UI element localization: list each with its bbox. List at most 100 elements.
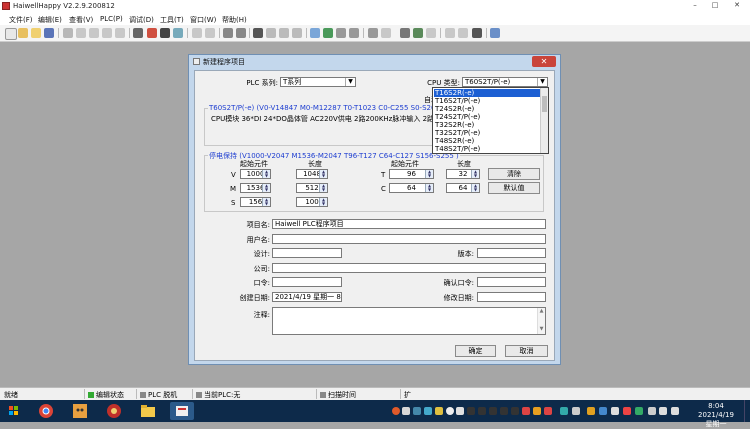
ruler-icon[interactable] — [426, 28, 436, 38]
network-icon[interactable] — [659, 407, 667, 415]
dropdown-option[interactable]: T24S2R(-e) — [434, 105, 542, 113]
copy-icon[interactable] — [266, 28, 276, 38]
dropdown-option[interactable]: T16S2R(-e) — [434, 89, 542, 97]
sogou-ime-icon[interactable] — [392, 407, 400, 415]
download-icon[interactable] — [147, 28, 157, 38]
open-recent-icon[interactable] — [31, 28, 41, 38]
menu-tools[interactable]: 工具(T) — [160, 15, 184, 25]
notes-textarea[interactable]: ▲ ▼ — [272, 307, 546, 335]
dropdown-option[interactable]: T32S2R(-e) — [434, 121, 542, 129]
retain-s-length[interactable]: 100 ▲ ▼ — [296, 197, 328, 207]
user-name-input[interactable] — [272, 234, 546, 244]
tray-app-icon[interactable] — [424, 407, 432, 415]
taskbar-clock[interactable]: 8:04 2021/4/19 星期一 — [695, 402, 737, 429]
design-input[interactable] — [272, 248, 342, 258]
retain-t-length[interactable]: 32 ▲ ▼ — [446, 169, 480, 179]
clear-button[interactable]: 清除 — [488, 168, 540, 180]
password-input[interactable] — [272, 277, 342, 287]
spin-arrows-icon[interactable]: ▲ ▼ — [262, 170, 270, 178]
document-icon[interactable] — [458, 28, 468, 38]
tray-app-icon[interactable] — [623, 407, 631, 415]
qq-icon[interactable] — [489, 407, 497, 415]
version-input[interactable] — [477, 248, 546, 258]
print-preview-icon[interactable] — [76, 28, 86, 38]
tray-app-icon[interactable] — [599, 407, 607, 415]
dropdown-option[interactable]: T48S2T/P(-e) — [434, 145, 542, 153]
block-icon[interactable] — [349, 28, 359, 38]
cut-icon[interactable] — [253, 28, 263, 38]
tray-app-icon[interactable] — [560, 407, 568, 415]
menu-edit[interactable]: 编辑(E) — [38, 15, 62, 25]
chrome-icon[interactable] — [34, 402, 58, 420]
spin-arrows-icon[interactable]: ▲ ▼ — [425, 170, 433, 178]
tray-app-icon[interactable] — [533, 407, 541, 415]
confirm-password-input[interactable] — [477, 277, 546, 287]
tray-app-icon[interactable] — [522, 407, 530, 415]
tray-app-icon[interactable] — [611, 407, 619, 415]
chip-icon[interactable] — [472, 28, 482, 38]
project-name-input[interactable]: Haiwell PLC程序项目 — [272, 219, 546, 229]
delete-icon[interactable] — [292, 28, 302, 38]
page-setup-icon[interactable] — [89, 28, 99, 38]
retain-m-start[interactable]: 1536 ▲ ▼ — [240, 183, 271, 193]
tray-app-icon[interactable] — [648, 407, 656, 415]
close-window-button[interactable]: ✕ — [727, 0, 747, 11]
spin-arrows-icon[interactable]: ▲ ▼ — [471, 170, 479, 178]
company-input[interactable] — [272, 263, 546, 273]
retain-v-length[interactable]: 1048 ▲ ▼ — [296, 169, 328, 179]
cpu-type-select[interactable]: T60S2T/P(-e) ▼ — [462, 77, 548, 87]
tray-app-icon[interactable] — [572, 407, 580, 415]
cloud-icon[interactable] — [310, 28, 320, 38]
retain-c-start[interactable]: 64 ▲ ▼ — [389, 183, 434, 193]
maximize-button[interactable]: □ — [705, 0, 725, 11]
minimize-button[interactable]: – — [685, 0, 705, 11]
volume-icon[interactable] — [671, 407, 679, 415]
cancel-button[interactable]: 取消 — [505, 345, 548, 357]
redo-icon[interactable] — [236, 28, 246, 38]
tray-app-icon[interactable] — [446, 407, 454, 415]
retain-m-length[interactable]: 512 ▲ ▼ — [296, 183, 328, 193]
paste-icon[interactable] — [279, 28, 289, 38]
save-icon[interactable] — [44, 28, 54, 38]
spin-arrows-icon[interactable]: ▲ ▼ — [471, 184, 479, 192]
qq-icon[interactable] — [478, 407, 486, 415]
spin-arrows-icon[interactable]: ▲ ▼ — [262, 198, 270, 206]
new-file-icon[interactable] — [5, 28, 17, 40]
upload-icon[interactable] — [160, 28, 170, 38]
windows-start-icon[interactable] — [2, 402, 26, 420]
list-icon[interactable] — [205, 28, 215, 38]
dropdown-option[interactable]: T24S2T/P(-e) — [434, 113, 542, 121]
haiwell-app-icon[interactable] — [170, 402, 194, 420]
retain-t-start[interactable]: 96 ▲ ▼ — [389, 169, 434, 179]
spin-arrows-icon[interactable]: ▲ ▼ — [319, 198, 327, 206]
tray-app-icon[interactable] — [413, 407, 421, 415]
retain-s-start[interactable]: 156 ▲ ▼ — [240, 197, 271, 207]
menu-window[interactable]: 窗口(W) — [190, 15, 216, 25]
undo-icon[interactable] — [223, 28, 233, 38]
retain-c-length[interactable]: 64 ▲ ▼ — [446, 183, 480, 193]
pencil-icon[interactable] — [400, 28, 410, 38]
tray-app-icon[interactable] — [456, 407, 464, 415]
open-folder-icon[interactable] — [18, 28, 28, 38]
dialog-close-button[interactable]: ✕ — [532, 56, 556, 67]
tray-app-icon[interactable] — [435, 407, 443, 415]
help-icon[interactable] — [490, 28, 500, 38]
tray-app-icon[interactable] — [544, 407, 552, 415]
dropdown-option[interactable]: T48S2R(-e) — [434, 137, 542, 145]
dropdown-option[interactable]: T16S2T/P(-e) — [434, 97, 542, 105]
lock-icon[interactable] — [445, 28, 455, 38]
red-app-icon[interactable] — [102, 402, 126, 420]
tray-app-icon[interactable] — [587, 407, 595, 415]
cat-app-icon[interactable] — [68, 402, 92, 420]
spin-arrows-icon[interactable]: ▲ ▼ — [319, 170, 327, 178]
qq-icon[interactable] — [511, 407, 519, 415]
user-icon[interactable] — [323, 28, 333, 38]
replace-icon[interactable] — [115, 28, 125, 38]
retain-v-start[interactable]: 1000 ▲ ▼ — [240, 169, 271, 179]
monitor-icon[interactable] — [133, 28, 143, 38]
grid-icon[interactable] — [336, 28, 346, 38]
qq-icon[interactable] — [500, 407, 508, 415]
file-explorer-icon[interactable] — [136, 402, 160, 420]
plc-series-select[interactable]: T系列 ▼ — [280, 77, 356, 87]
menu-view[interactable]: 查看(V) — [69, 15, 93, 25]
